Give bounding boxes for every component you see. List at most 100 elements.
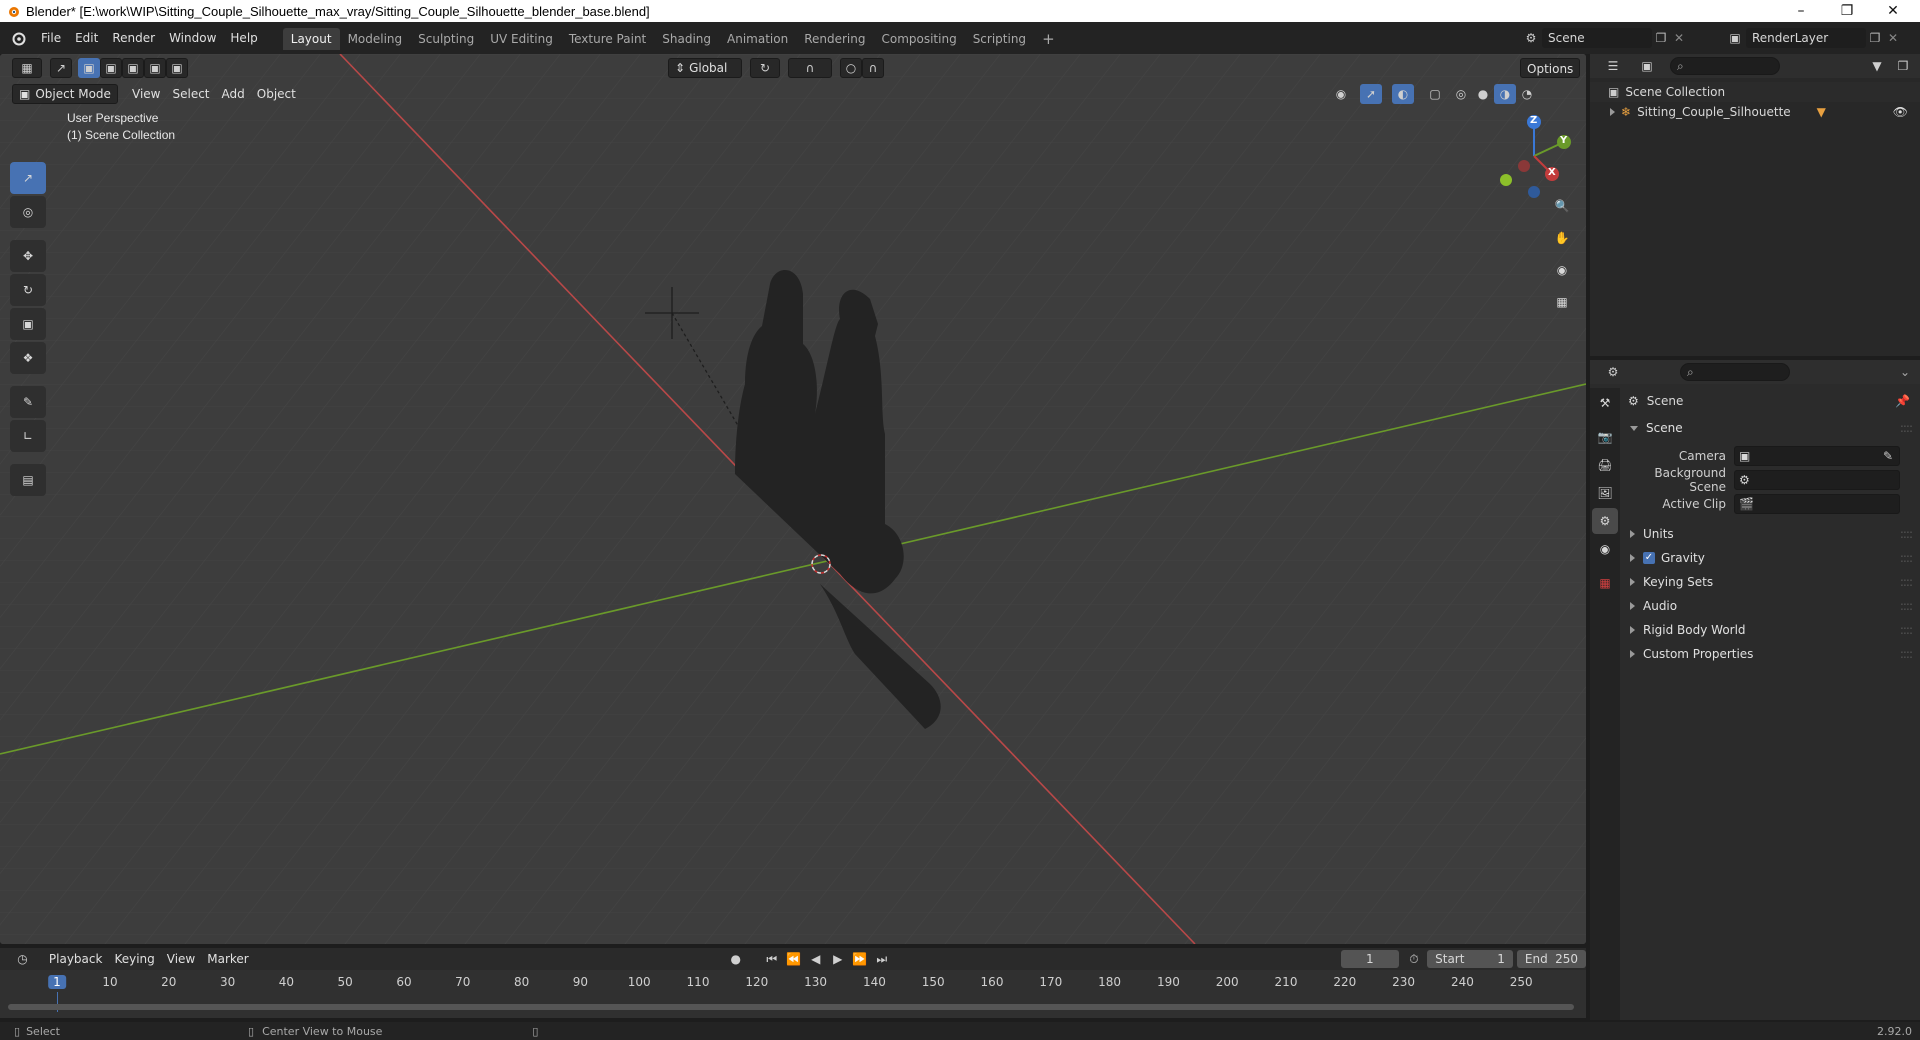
properties-editor-type-icon[interactable]: ⚙ — [1598, 362, 1628, 382]
world-tab-icon[interactable]: ◉ — [1592, 536, 1618, 562]
select-difference-mode-icon[interactable]: ▣ — [144, 58, 166, 78]
camera-view-icon[interactable]: ◉ — [1548, 256, 1576, 284]
proportional-edit-icon[interactable]: ○ — [840, 58, 862, 78]
panel-rigid-body-world[interactable]: Rigid Body World :::: — [1622, 618, 1920, 642]
panel-custom-properties[interactable]: Custom Properties :::: — [1622, 642, 1920, 666]
tab-sculpting[interactable]: Sculpting — [410, 28, 482, 50]
3d-viewport[interactable]: ▦ ↗ ▣ ▣ ▣ ▣ ▣ ⇕ Global ↻ ∩ ○ ∩ Options ▣ O… — [0, 54, 1586, 944]
timeline-scrollbar[interactable] — [8, 1004, 1574, 1010]
gravity-checkbox[interactable]: ✓ — [1643, 552, 1655, 564]
outliner-editor[interactable]: ☰ ▣ ⌕ ▼ ❐ ▣ Scene Collection ❄ Sitting_C… — [1590, 54, 1920, 356]
select-intersect-mode-icon[interactable]: ▣ — [166, 58, 188, 78]
menu-file[interactable]: File — [34, 27, 68, 49]
play-icon[interactable]: ▶ — [827, 949, 849, 969]
close-button[interactable]: ✕ — [1870, 0, 1916, 22]
delete-scene-icon[interactable]: ✕ — [1670, 31, 1688, 45]
pin-icon[interactable]: 📌 — [1895, 394, 1910, 408]
outliner-row-scene-collection[interactable]: ▣ Scene Collection — [1590, 82, 1920, 102]
shading-material-icon[interactable]: ◑ — [1494, 84, 1516, 104]
shading-wireframe-icon[interactable]: ◎ — [1450, 84, 1472, 104]
tab-modeling[interactable]: Modeling — [340, 28, 411, 50]
xray-toggle-icon[interactable]: ▢ — [1424, 84, 1446, 104]
properties-editor[interactable]: ⚙ ⌕ ⌄ ⚒ 📷 🖨 🖼 ⚙ ◉ ▦ ⚙ Scene 📌 Scene ::::… — [1590, 360, 1920, 1020]
timeline-ruler[interactable]: 1 10 20 30 40 50 60 70 80 90 100 110 120 130 140 150 160… — [0, 972, 1586, 994]
jump-keyframe-forward-icon[interactable]: ⏩ — [849, 949, 871, 969]
select-subtract-mode-icon[interactable]: ▣ — [122, 58, 144, 78]
select-box-tool-icon[interactable]: ↗ — [10, 162, 46, 194]
properties-search-input[interactable]: ⌕ — [1680, 363, 1790, 381]
tab-shading[interactable]: Shading — [654, 28, 719, 50]
tool-tab-icon[interactable]: ⚒ — [1592, 390, 1618, 416]
new-scene-icon[interactable]: ❐ — [1652, 31, 1670, 45]
mode-dropdown[interactable]: ▣ Object Mode — [12, 84, 118, 104]
scene-selector[interactable]: ⚙ Scene ❐ ✕ — [1520, 27, 1688, 49]
menu-window[interactable]: Window — [162, 27, 223, 49]
stopwatch-icon[interactable]: ⏱ — [1405, 949, 1423, 969]
jump-end-icon[interactable]: ⏭ — [871, 949, 893, 969]
background-scene-field[interactable]: ⚙ — [1734, 470, 1900, 490]
new-collection-icon[interactable]: ❐ — [1892, 56, 1914, 76]
pivot-point-icon[interactable]: ↻ — [750, 58, 780, 78]
annotate-tool-icon[interactable]: ✎ — [10, 386, 46, 418]
overlays-toggle-icon[interactable]: ◐ — [1392, 84, 1414, 104]
shading-rendered-icon[interactable]: ◔ — [1516, 84, 1538, 104]
add-cube-tool-icon[interactable]: ▤ — [10, 464, 46, 496]
delete-view-layer-icon[interactable]: ✕ — [1884, 31, 1902, 45]
scene-name-field[interactable]: Scene — [1542, 28, 1652, 48]
tab-uv-editing[interactable]: UV Editing — [482, 28, 561, 50]
menu-select[interactable]: Select — [166, 84, 215, 104]
outliner-row-object[interactable]: ❄ Sitting_Couple_Silhouette ▼ 👁 — [1590, 102, 1920, 122]
play-reverse-icon[interactable]: ◀ — [805, 949, 827, 969]
tab-scripting[interactable]: Scripting — [965, 28, 1034, 50]
end-frame-field[interactable]: End 250 — [1516, 950, 1587, 968]
panel-keying-sets[interactable]: Keying Sets :::: — [1622, 570, 1920, 594]
view-layer-name-field[interactable]: RenderLayer — [1746, 28, 1866, 48]
select-new-mode-icon[interactable]: ▣ — [78, 58, 100, 78]
measure-tool-icon[interactable]: ∟ — [10, 420, 46, 452]
auto-keying-icon[interactable]: ● — [725, 949, 747, 969]
editor-type-icon[interactable]: ▦ — [12, 58, 42, 78]
menu-timeline-view[interactable]: View — [161, 949, 201, 969]
view-layer-tab-icon[interactable]: 🖼 — [1592, 480, 1618, 506]
menu-help[interactable]: Help — [223, 27, 264, 49]
move-tool-icon[interactable]: ✥ — [10, 240, 46, 272]
new-view-layer-icon[interactable]: ❐ — [1866, 31, 1884, 45]
visibility-icon[interactable]: ◉ — [1330, 84, 1352, 104]
menu-object[interactable]: Object — [251, 84, 302, 104]
output-tab-icon[interactable]: 🖨 — [1592, 452, 1618, 478]
menu-render[interactable]: Render — [105, 27, 162, 49]
expand-arrow-icon[interactable] — [1610, 108, 1615, 116]
navigation-gizmo[interactable]: Z Y X — [1488, 110, 1580, 202]
orientation-dropdown[interactable]: ⇕ Global — [668, 58, 742, 78]
jump-start-icon[interactable]: ⏮ — [761, 949, 783, 969]
properties-options-icon[interactable]: ⌄ — [1900, 365, 1910, 379]
panel-scene[interactable]: Scene :::: — [1622, 416, 1920, 440]
menu-marker[interactable]: Marker — [201, 949, 254, 969]
drag-handle-icon[interactable]: :::: — [1900, 575, 1913, 589]
camera-field[interactable]: ▣ ✎ — [1734, 446, 1900, 466]
jump-keyframe-back-icon[interactable]: ⏪ — [783, 949, 805, 969]
texture-tab-icon[interactable]: ▦ — [1592, 570, 1618, 596]
select-extend-mode-icon[interactable]: ▣ — [100, 58, 122, 78]
zoom-icon[interactable]: 🔍 — [1548, 192, 1576, 220]
menu-keying[interactable]: Keying — [108, 949, 160, 969]
maximize-button[interactable]: ❐ — [1824, 0, 1870, 22]
panel-audio[interactable]: Audio :::: — [1622, 594, 1920, 618]
timeline-editor-type-icon[interactable]: ◷ — [10, 949, 35, 969]
tab-rendering[interactable]: Rendering — [796, 28, 873, 50]
drag-handle-icon[interactable]: :::: — [1900, 647, 1913, 661]
view-layer-selector[interactable]: ▣ RenderLayer ❐ ✕ — [1724, 27, 1902, 49]
active-clip-field[interactable]: 🎬 — [1734, 494, 1900, 514]
cursor-tool-icon[interactable]: ◎ — [10, 196, 46, 228]
menu-edit[interactable]: Edit — [68, 27, 105, 49]
tab-compositing[interactable]: Compositing — [873, 28, 964, 50]
render-tab-icon[interactable]: 📷 — [1592, 424, 1618, 450]
tab-layout[interactable]: Layout — [282, 28, 340, 50]
perspective-grid-icon[interactable]: ▦ — [1548, 288, 1576, 316]
outliner-search-input[interactable]: ⌕ — [1670, 57, 1780, 75]
start-frame-field[interactable]: Start 1 — [1427, 950, 1513, 968]
tab-animation[interactable]: Animation — [719, 28, 796, 50]
scene-tab-icon[interactable]: ⚙ — [1592, 508, 1618, 534]
outliner-editor-type-icon[interactable]: ☰ — [1598, 56, 1628, 76]
blender-menu-icon[interactable] — [10, 30, 26, 46]
